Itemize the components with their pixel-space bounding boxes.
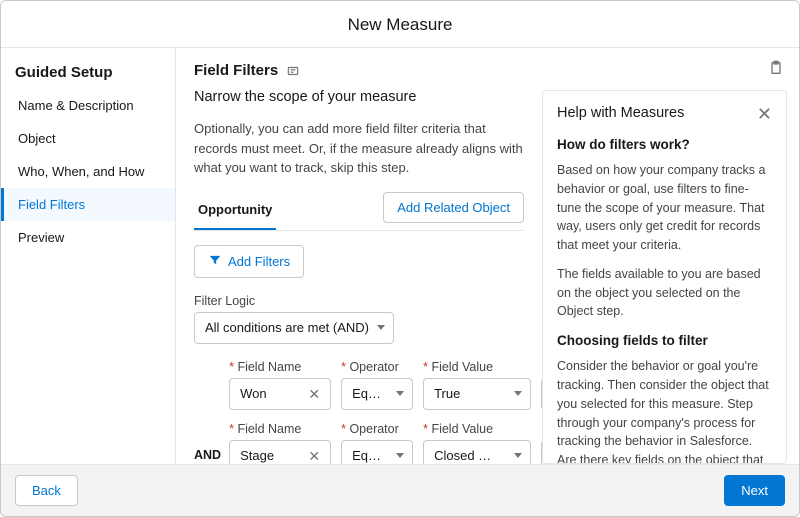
clear-icon[interactable]: ✕ (306, 449, 322, 463)
and-label: AND (194, 448, 221, 462)
guided-setup-sidebar: Guided Setup Name & Description Object W… (1, 48, 176, 464)
field-value-select[interactable]: Closed … (423, 440, 531, 465)
clear-icon[interactable]: ✕ (306, 387, 322, 401)
sidebar-item-label: Who, When, and How (18, 164, 144, 179)
info-card-icon[interactable] (286, 64, 300, 78)
filter-logic-label: Filter Logic (194, 294, 524, 308)
field-value-value: Closed … (434, 448, 491, 463)
close-icon[interactable]: ✕ (757, 105, 772, 123)
sidebar-item-object[interactable]: Object (1, 122, 175, 155)
new-measure-modal: New Measure Guided Setup Name & Descript… (0, 0, 800, 517)
tabs-row: Opportunity Add Related Object (194, 192, 524, 231)
modal-footer: Back Next (1, 464, 799, 516)
modal-title: New Measure (1, 1, 799, 48)
add-filters-row: Add Filters (194, 245, 524, 284)
field-name-label: Field Name (229, 360, 331, 374)
clipboard-icon[interactable] (768, 60, 784, 76)
sidebar-item-label: Field Filters (18, 197, 85, 212)
filter-icon (208, 253, 222, 270)
filter-row: Field Name Stage ✕ Operator Eq… (229, 422, 542, 465)
sidebar-item-preview[interactable]: Preview (1, 221, 175, 254)
sidebar-title: Guided Setup (1, 58, 175, 89)
filter-rows: AND Field Name Won ✕ (194, 360, 524, 465)
field-name-select[interactable]: Won ✕ (229, 378, 331, 410)
chevron-down-icon (514, 391, 522, 396)
tab-label: Opportunity (198, 202, 272, 217)
logic-operator-column: AND (194, 360, 221, 465)
rows-column: Field Name Won ✕ Operator Eq… (229, 360, 542, 465)
operator-select[interactable]: Eq… (341, 378, 413, 410)
field-value-select[interactable]: True (423, 378, 531, 410)
help-heading: How do filters work? (557, 135, 772, 155)
help-header: Help with Measures ✕ (557, 103, 772, 125)
field-name-value: Stage (240, 448, 274, 463)
chevron-down-icon (377, 325, 385, 330)
field-name-select[interactable]: Stage ✕ (229, 440, 331, 465)
content-subtitle: Narrow the scope of your measure (194, 89, 524, 105)
help-heading: Choosing fields to filter (557, 331, 772, 351)
filter-logic-value: All conditions are met (AND) (205, 320, 369, 335)
chevron-down-icon (396, 391, 404, 396)
field-name-value: Won (240, 386, 267, 401)
filter-row: Field Name Won ✕ Operator Eq… (229, 360, 542, 410)
sidebar-item-field-filters[interactable]: Field Filters (1, 188, 175, 221)
content-description: Optionally, you can add more field filte… (194, 119, 524, 178)
operator-label: Operator (341, 360, 413, 374)
field-value-value: True (434, 386, 460, 401)
modal-body: Guided Setup Name & Description Object W… (1, 48, 799, 464)
sidebar-item-label: Name & Description (18, 98, 134, 113)
add-related-object-button[interactable]: Add Related Object (383, 192, 524, 223)
operator-select[interactable]: Eq… (341, 440, 413, 465)
operator-label: Operator (341, 422, 413, 436)
content-title: Field Filters (194, 62, 278, 79)
main-area: Field Filters Narrow the scope of your m… (176, 48, 799, 464)
tab-opportunity[interactable]: Opportunity (194, 192, 276, 230)
help-paragraph: The fields available to you are based on… (557, 265, 772, 321)
filter-logic-select[interactable]: All conditions are met (AND) (194, 312, 394, 344)
back-button[interactable]: Back (15, 475, 78, 506)
sidebar-item-who-when-how[interactable]: Who, When, and How (1, 155, 175, 188)
content-panel: Field Filters Narrow the scope of your m… (176, 48, 542, 464)
chevron-down-icon (396, 453, 404, 458)
field-value-label: Field Value (423, 422, 531, 436)
content-title-row: Field Filters (194, 62, 524, 79)
sidebar-item-label: Object (18, 131, 56, 146)
help-paragraph: Based on how your company tracks a behav… (557, 161, 772, 255)
operator-value: Eq… (352, 448, 381, 463)
sidebar-item-name-description[interactable]: Name & Description (1, 89, 175, 122)
help-paragraph: Consider the behavior or goal you're tra… (557, 357, 772, 464)
field-value-label: Field Value (423, 360, 531, 374)
help-title: Help with Measures (557, 103, 684, 125)
next-button[interactable]: Next (724, 475, 785, 506)
field-name-label: Field Name (229, 422, 331, 436)
sidebar-item-label: Preview (18, 230, 64, 245)
filter-logic-section: Filter Logic All conditions are met (AND… (194, 294, 524, 344)
chevron-down-icon (514, 453, 522, 458)
add-filters-button[interactable]: Add Filters (194, 245, 304, 278)
operator-value: Eq… (352, 386, 381, 401)
help-panel: Help with Measures ✕ How do filters work… (542, 90, 787, 464)
